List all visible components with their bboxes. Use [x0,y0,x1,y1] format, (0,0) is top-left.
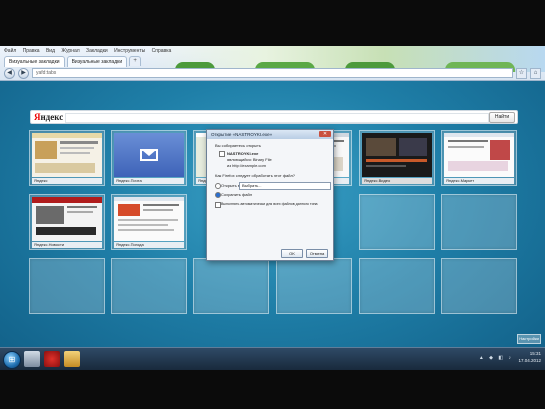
taskbar-app-icon[interactable] [24,351,40,367]
save-file-label: Сохранить файл [221,192,253,197]
taskbar: ⊞ ▲ ◆ ◧ ♪ 15:31 17.04.2012 [0,347,545,370]
bookmark-tile[interactable]: Яндекс [29,130,105,186]
dialog-close-button[interactable]: ✕ [319,131,331,137]
empty-tile[interactable] [193,258,269,314]
search-input[interactable] [65,113,489,123]
menu-edit[interactable]: Правка [23,48,40,54]
remember-label: Выполнять автоматически для всех файлов … [221,202,318,206]
bookmark-star-icon[interactable]: ☆ [516,67,527,79]
empty-tile[interactable] [359,258,435,314]
address-bar[interactable]: yafd:tabs [32,68,513,78]
back-button[interactable]: ◀ [4,67,15,79]
tab-strip: Визуальные закладки Визуальные закладки … [4,56,142,67]
tab-visual-bookmarks[interactable]: Визуальные закладки [4,56,65,67]
bookmark-tile-mail[interactable]: Яндекс.Почта [111,130,187,186]
clock-time: 15:31 [529,351,541,356]
bookmark-tile-video[interactable]: Яндекс.Видео [359,130,435,186]
settings-button[interactable]: Настройки [517,334,541,344]
tile-thumbnail [444,133,514,177]
empty-tile[interactable] [441,194,517,250]
dialog-file-source: из http://example.com [227,163,266,168]
tray-icons[interactable]: ▲ ◆ ◧ ♪ [479,355,513,361]
menu-bar: Файл Правка Вид Журнал Закладки Инструме… [4,48,176,54]
bookmark-tile-news[interactable]: Яндекс.Новости [29,194,105,250]
empty-tile[interactable] [29,258,105,314]
open-with-select[interactable]: Выбрать... [239,182,331,190]
empty-tile[interactable] [441,258,517,314]
tile-caption: Яндекс.Почта [114,178,184,184]
tile-thumbnail [32,197,102,241]
yandex-search-bar: Яндекс Найти [30,110,518,124]
tab-visual-bookmarks-2[interactable]: Визуальные закладки [66,56,128,67]
start-button[interactable]: ⊞ [3,351,21,369]
dialog-question: Как Firefox следует обработать этот файл… [215,173,296,178]
home-icon[interactable]: ⌂ [530,67,541,79]
new-tab-button[interactable]: + [129,56,142,66]
dialog-filename: NASTROYKI.exe [227,151,259,156]
bookmark-tile-market[interactable]: Яндекс.Маркет [441,130,517,186]
menu-tools[interactable]: Инструменты [114,48,145,54]
file-icon [219,151,225,157]
ok-button[interactable]: OK [281,249,303,258]
letterbox-bottom [0,370,545,409]
dialog-title-bar: Открытие «NASTROYKI.exe» ✕ [207,130,333,139]
dialog-body: Вы собираетесь открыть NASTROYKI.exe явл… [207,139,333,260]
bookmark-tile-weather[interactable]: Яндекс.Погода [111,194,187,250]
clock-date: 17.04.2012 [518,358,541,363]
empty-tile[interactable] [359,194,435,250]
empty-tile[interactable] [111,258,187,314]
tile-caption: Яндекс [32,178,102,184]
cancel-button[interactable]: Отмена [306,249,328,258]
menu-view[interactable]: Вид [46,48,55,54]
tile-caption: Яндекс.Погода [114,242,184,248]
menu-history[interactable]: Журнал [61,48,79,54]
search-button[interactable]: Найти [489,112,515,123]
browser-chrome: Файл Правка Вид Журнал Закладки Инструме… [0,46,545,81]
clock[interactable]: 15:31 17.04.2012 [518,350,541,364]
letterbox-top [0,0,545,46]
tile-thumbnail [114,133,184,177]
menu-help[interactable]: Справка [152,48,172,54]
dialog-file-type: являющийся: Binary File [227,157,272,162]
tile-caption: Яндекс.Новости [32,242,102,248]
tile-caption: Яндекс.Маркет [444,178,514,184]
tile-thumbnail [362,133,432,177]
folder-icon[interactable] [64,351,80,367]
tile-thumbnail [114,197,184,241]
yandex-logo: Яндекс [34,112,64,122]
tile-caption: Яндекс.Видео [362,178,432,184]
open-file-dialog: Открытие «NASTROYKI.exe» ✕ Вы собираетес… [206,129,334,261]
taskbar-app-icon[interactable] [44,351,60,367]
open-with-label: Открыть в [221,183,240,188]
tile-thumbnail [32,133,102,177]
empty-tile[interactable] [276,258,352,314]
menu-bookmarks[interactable]: Закладки [86,48,108,54]
navigation-toolbar: ◀ ▶ yafd:tabs ☆ ⌂ [4,67,541,79]
forward-button[interactable]: ▶ [18,67,29,79]
dialog-title: Открытие «NASTROYKI.exe» [211,132,273,137]
menu-file[interactable]: Файл [4,48,16,54]
dialog-intro: Вы собираетесь открыть [215,143,261,148]
mail-envelope-icon [140,149,158,161]
